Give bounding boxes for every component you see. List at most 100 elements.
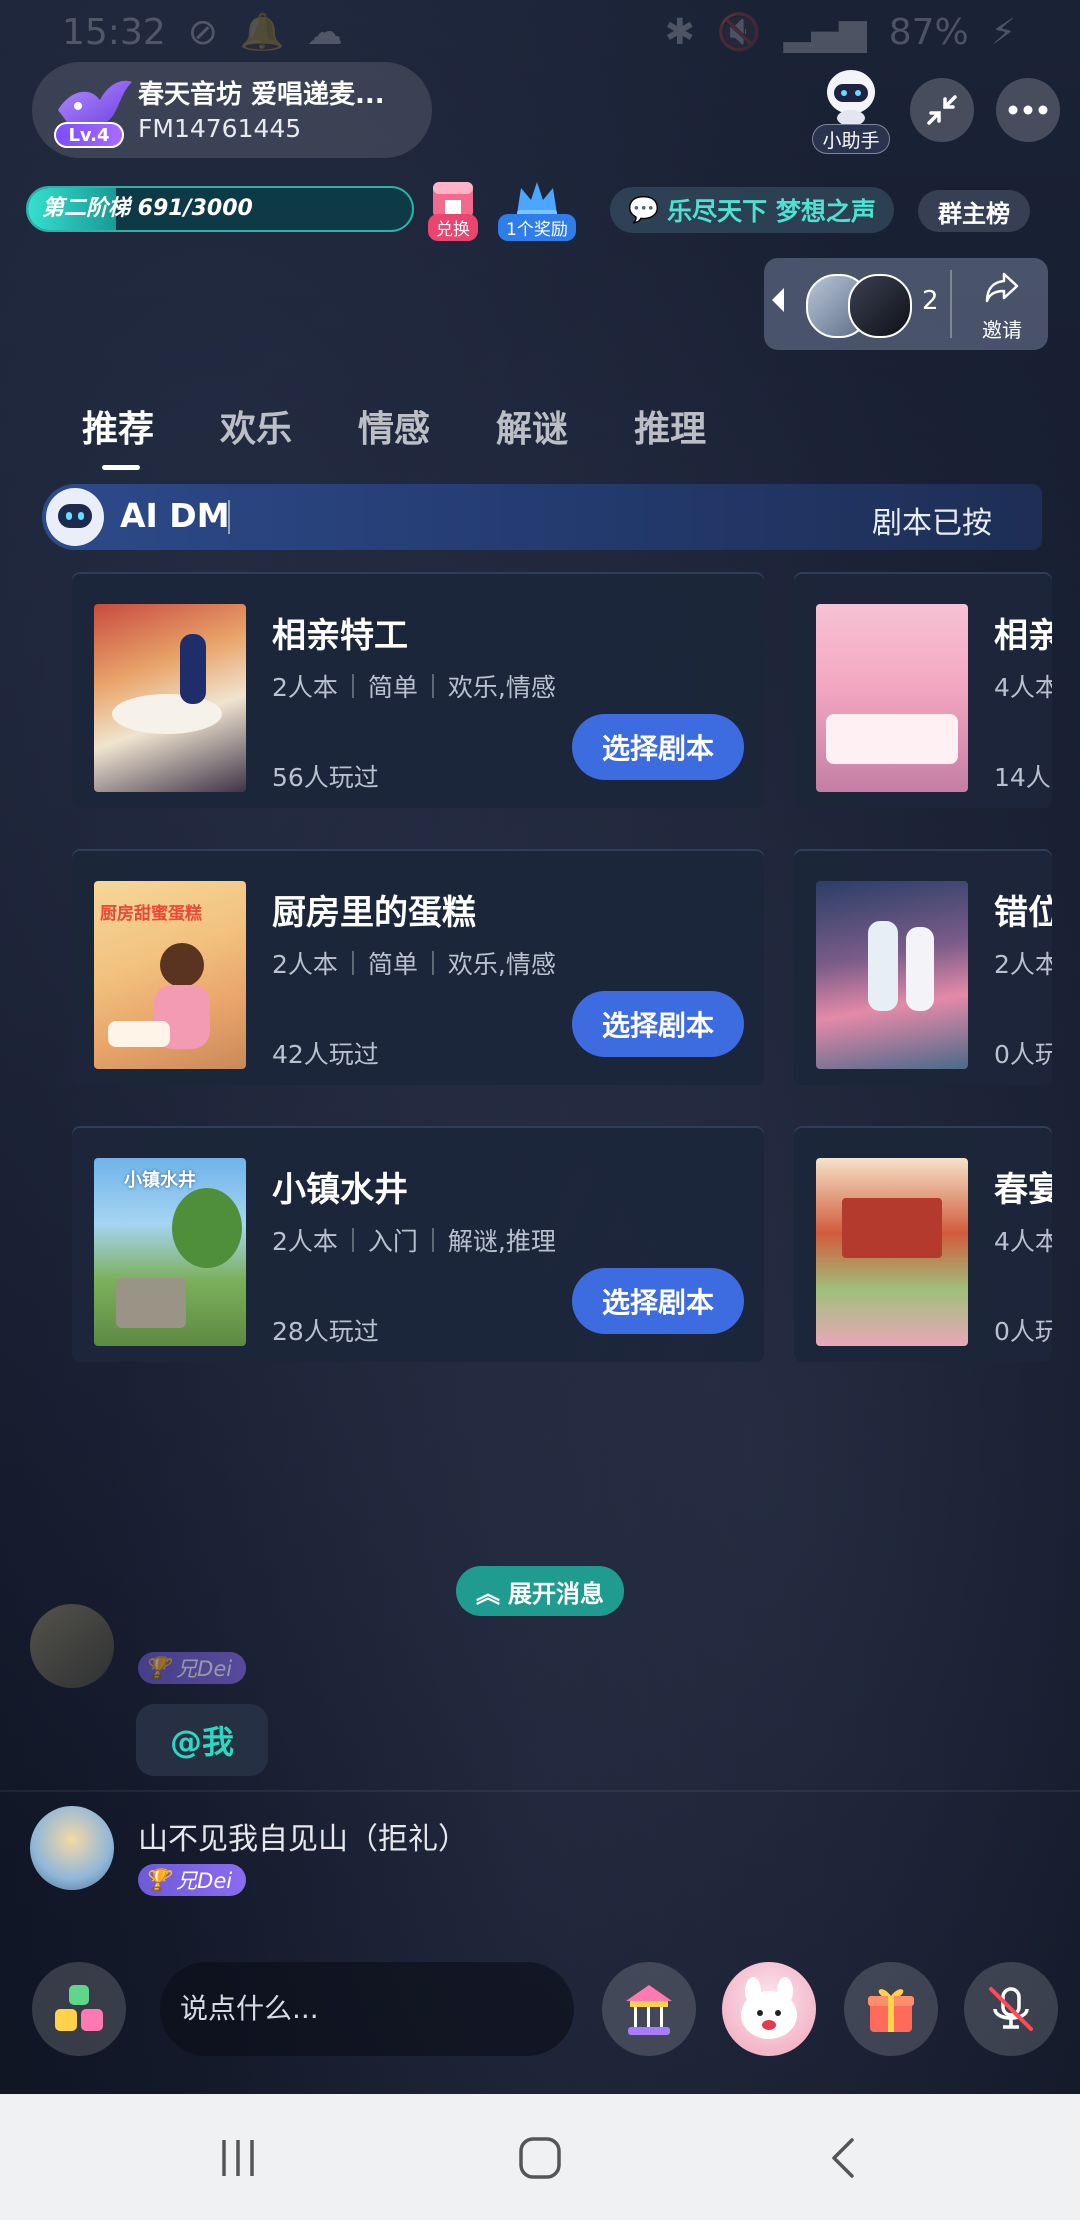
script-cover-image	[816, 881, 968, 1069]
script-meta: 2人本 入门 解谜,推理	[272, 1222, 556, 1258]
mention-message[interactable]: @我	[136, 1704, 268, 1776]
tab-mystery[interactable]: 推理	[634, 400, 706, 452]
script-card[interactable]: 春宴 4人本 0人玩	[794, 1126, 1052, 1362]
script-difficulty: 简单	[367, 673, 418, 702]
ai-dm-bar: AI DM 剧本已按	[42, 484, 1042, 550]
script-played-count: 0人玩	[994, 1317, 1052, 1346]
ladder-progress-bar[interactable]: 第二阶梯 691/3000	[26, 186, 414, 232]
script-players: 2人本	[272, 673, 338, 702]
mic-toggle-button[interactable]	[964, 1962, 1058, 2056]
assistant-button[interactable]: 小助手	[812, 66, 890, 154]
cover-title-text: 小镇水井	[124, 1170, 196, 1191]
status-time: 15:32	[62, 11, 166, 53]
user-badge: 🏆 兄Dei	[138, 1864, 247, 1896]
choose-script-button[interactable]: 选择剧本	[572, 1268, 744, 1334]
script-players: 2人本	[272, 950, 338, 979]
script-title: 厨房里的蛋糕	[272, 893, 476, 933]
reward-button[interactable]: 1个奖励	[498, 178, 576, 241]
message-input[interactable]: 说点什么...	[160, 1962, 574, 2056]
cover-title-text: 厨房甜蜜蛋糕	[100, 904, 202, 924]
script-players: 2人本	[272, 1227, 338, 1256]
trophy-icon: 🏆	[144, 1867, 171, 1892]
pet-mascot-button[interactable]	[722, 1962, 816, 2056]
group-tag-button[interactable]: 💬 乐尽天下 梦想之声	[610, 187, 894, 233]
gift-button[interactable]	[844, 1962, 938, 2056]
back-icon[interactable]	[828, 2138, 858, 2178]
ai-dm-title: AI DM	[120, 496, 230, 535]
script-genre: 欢乐,情感	[447, 950, 556, 979]
script-cover-image	[94, 604, 246, 792]
room-name: 春天音坊 爱唱递麦...	[138, 80, 385, 110]
ai-dm-status: 剧本已按	[872, 506, 992, 541]
chat-avatar[interactable]	[30, 1806, 114, 1890]
script-card[interactable]: 错位 2人本 0人玩	[794, 849, 1052, 1085]
bluetooth-icon: ✱	[664, 11, 695, 53]
chat-avatar[interactable]	[30, 1604, 114, 1688]
mute-icon: 🔇	[716, 12, 762, 53]
trophy-icon: 🏆	[144, 1655, 171, 1680]
choose-script-button[interactable]: 选择剧本	[572, 991, 744, 1057]
script-played-count: 56人玩过	[272, 763, 379, 792]
script-card[interactable]: 小镇水井 小镇水井 2人本 入门 解谜,推理 28人玩过 选择剧本	[72, 1126, 764, 1362]
script-played-count: 42人玩过	[272, 1040, 379, 1069]
tab-recommend[interactable]: 推荐	[82, 400, 154, 470]
script-title: 春宴	[994, 1170, 1052, 1210]
collapse-arrows-icon	[927, 95, 957, 125]
invite-label: 邀请	[982, 318, 1022, 342]
apps-button[interactable]	[32, 1962, 126, 2056]
script-meta: 4人本	[994, 1227, 1052, 1256]
chat-user-name: 山不见我自见山（拒礼）	[138, 1822, 468, 1857]
script-cover-image: 厨房甜蜜蛋糕	[94, 881, 246, 1069]
audience-panel[interactable]: 2 邀请	[764, 258, 1048, 350]
tab-emotion[interactable]: 情感	[358, 400, 430, 452]
group-tag-label: 乐尽天下 梦想之声	[667, 197, 876, 226]
battery-icon: ⚡	[990, 11, 1016, 53]
room-id: FM14761445	[138, 114, 302, 143]
ai-robot-icon	[46, 488, 104, 546]
script-played-count: 28人玩过	[272, 1317, 379, 1346]
room-info-pill[interactable]: Lv.4 春天音坊 爱唱递麦... FM14761445	[32, 62, 432, 158]
choose-script-button[interactable]: 选择剧本	[572, 714, 744, 780]
script-difficulty: 简单	[367, 950, 418, 979]
invite-button[interactable]: 邀请	[960, 266, 1044, 346]
expand-messages-button[interactable]: ︽ 展开消息	[456, 1566, 624, 1616]
carousel-icon	[626, 1985, 672, 2035]
script-genre: 解谜,推理	[447, 1227, 556, 1256]
more-dots-icon	[1008, 105, 1048, 115]
ai-dm-divider	[228, 500, 230, 534]
script-meta: 2人本 简单 欢乐,情感	[272, 668, 556, 704]
script-cover-image: 小镇水井	[94, 1158, 246, 1346]
mic-muted-icon	[989, 1987, 1033, 2031]
user-badge: 🏆 兄Dei	[138, 1652, 247, 1684]
assistant-label: 小助手	[812, 124, 890, 154]
home-icon[interactable]	[518, 2136, 562, 2180]
badge-label: 兄Dei	[176, 1869, 233, 1893]
script-title: 相亲	[994, 616, 1052, 656]
carousel-game-button[interactable]	[602, 1962, 696, 2056]
audience-avatar[interactable]	[848, 274, 912, 338]
badge-label: 兄Dei	[176, 1657, 233, 1681]
script-title: 小镇水井	[272, 1170, 408, 1210]
exchange-label: 兑换	[428, 214, 478, 241]
script-played-count: 14人	[994, 763, 1051, 792]
script-title: 错位	[994, 893, 1052, 933]
collapse-left-icon	[772, 288, 784, 312]
robot-assistant-icon	[827, 70, 875, 126]
script-meta: 2人本	[994, 950, 1052, 979]
signal-icon: ▂▄▆	[783, 11, 867, 53]
script-card[interactable]: 相亲 4人本 14人	[794, 572, 1052, 808]
exchange-button[interactable]: 兑换	[428, 178, 478, 241]
script-card[interactable]: 相亲特工 2人本 简单 欢乐,情感 56人玩过 选择剧本	[72, 572, 764, 808]
more-options-button[interactable]	[996, 78, 1060, 142]
tab-puzzle[interactable]: 解谜	[496, 400, 568, 452]
expand-messages-label: 展开消息	[508, 1579, 604, 1608]
recent-apps-icon[interactable]	[218, 2138, 258, 2178]
audience-count: 2	[922, 286, 939, 316]
script-played-count: 0人玩	[994, 1040, 1052, 1069]
owner-rank-button[interactable]: 群主榜	[918, 190, 1030, 232]
minimize-button[interactable]	[910, 78, 974, 142]
owner-rank-label: 群主榜	[938, 199, 1010, 228]
script-card[interactable]: 厨房甜蜜蛋糕 厨房里的蛋糕 2人本 简单 欢乐,情感 42人玩过 选择剧本	[72, 849, 764, 1085]
notification-bell-icon: 🔔	[239, 12, 285, 53]
tab-fun[interactable]: 欢乐	[220, 400, 292, 452]
